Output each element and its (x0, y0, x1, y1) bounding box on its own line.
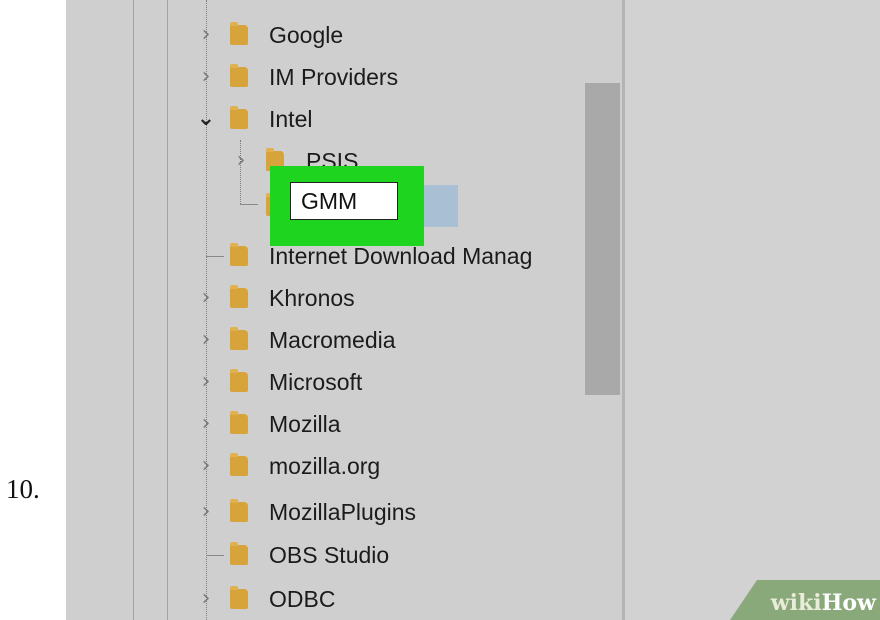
tree-item-label: OBS Studio (269, 542, 390, 568)
chevron-right-icon[interactable]: › (191, 403, 221, 445)
tree-item-mozilla-org[interactable]: › mozilla.org (66, 445, 586, 487)
tree-item-microsoft[interactable]: › Microsoft (66, 361, 586, 403)
tree-item-mozillaplugins[interactable]: › MozillaPlugins (66, 491, 586, 533)
tree-item-label: Internet Download Manag (269, 243, 533, 269)
registry-editor-window: › Google › IM Providers ⌄ Intel › PSIS I… (66, 0, 880, 620)
folder-icon (230, 542, 248, 565)
folder-icon (230, 453, 248, 476)
chevron-down-icon[interactable]: ⌄ (191, 98, 221, 140)
chevron-right-icon[interactable]: › (191, 491, 221, 533)
watermark-part2: How (821, 590, 876, 616)
tree-item-label: Macromedia (269, 327, 396, 353)
chevron-right-icon[interactable]: › (226, 140, 256, 182)
tree-item-google[interactable]: › Google (66, 14, 586, 56)
folder-icon (230, 411, 248, 434)
tree-item-label: Intel (269, 106, 313, 132)
tree-item-label: ODBC (269, 586, 336, 612)
folder-icon (230, 499, 248, 522)
tree-item-label: Microsoft (269, 369, 363, 395)
chevron-right-icon[interactable]: › (191, 277, 221, 319)
watermark-part1: wiki (770, 590, 822, 616)
folder-icon (230, 106, 248, 129)
tree-item-odbc[interactable]: › ODBC (66, 578, 586, 620)
folder-icon (230, 586, 248, 609)
tree-item-label: Google (269, 22, 344, 48)
tree-connector-line (240, 204, 258, 205)
tree-item-intel[interactable]: ⌄ Intel (66, 98, 586, 140)
tree-scrollbar-thumb[interactable] (585, 83, 620, 395)
folder-icon (230, 243, 248, 266)
chevron-right-icon[interactable]: › (191, 445, 221, 487)
folder-icon (230, 285, 248, 308)
tree-item-khronos[interactable]: › Khronos (66, 277, 586, 319)
tree-item-mozilla[interactable]: › Mozilla (66, 403, 586, 445)
chevron-right-icon[interactable]: › (191, 56, 221, 98)
tree-item-internet-download-manager[interactable]: Internet Download Manag (66, 235, 586, 277)
tree-item-label: MozillaPlugins (269, 499, 417, 525)
tree-item-label: IM Providers (269, 64, 399, 90)
folder-icon (230, 64, 248, 87)
folder-icon (230, 22, 248, 45)
tree-item-im-providers[interactable]: › IM Providers (66, 56, 586, 98)
folder-icon (230, 369, 248, 392)
chevron-right-icon[interactable]: › (191, 578, 221, 620)
tree-item-label: Mozilla (269, 411, 341, 437)
tree-item-label: Khronos (269, 285, 355, 311)
tree-item-label: mozilla.org (269, 453, 381, 479)
folder-icon (230, 327, 248, 350)
watermark-logo: wikiHow (771, 590, 876, 616)
chevron-right-icon[interactable]: › (191, 14, 221, 56)
chevron-right-icon[interactable]: › (191, 319, 221, 361)
values-pane[interactable] (625, 0, 880, 620)
tree-item-macromedia[interactable]: › Macromedia (66, 319, 586, 361)
chevron-right-icon[interactable]: › (191, 361, 221, 403)
tree-item-obs-studio[interactable]: OBS Studio (66, 534, 586, 576)
key-rename-input[interactable] (290, 182, 398, 220)
step-number: 10. (6, 474, 40, 504)
